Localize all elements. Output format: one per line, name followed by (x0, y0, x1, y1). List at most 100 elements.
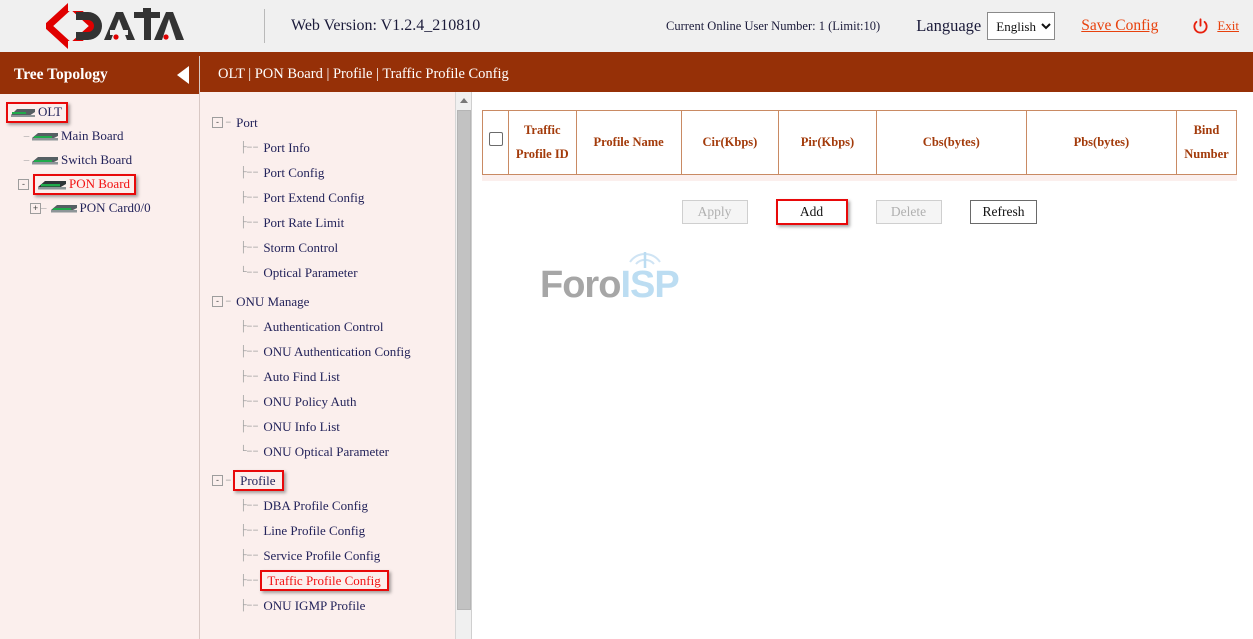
tree-connector: ├–– (240, 217, 258, 229)
tree-connector: – (225, 117, 231, 129)
content-area: OLT | PON Board | Profile | Traffic Prof… (200, 56, 1253, 639)
column-header-pbs-bytes[interactable]: Pbs(bytes) (1026, 111, 1176, 175)
tree-connector: – (225, 475, 231, 487)
tree-node-label: PON Board (69, 176, 130, 192)
tree-topology-title: Tree Topology (14, 66, 108, 84)
menu-label: Traffic Profile Config (264, 573, 380, 589)
menu-label: Authentication Control (260, 319, 383, 335)
header-right-group: Current Online User Number: 1 (Limit:10)… (666, 12, 1253, 40)
menu-tree-list: - – Port ├–– Port Info ├–– Port Config ├… (200, 92, 471, 618)
menu-group-onu-manage[interactable]: - – ONU Manage (212, 289, 471, 314)
menu-item-port-rate-limit[interactable]: ├–– Port Rate Limit (212, 210, 471, 235)
column-header-traffic-profile-id[interactable]: Traffic Profile ID (509, 111, 577, 175)
save-config-link[interactable]: Save Config (1081, 17, 1158, 35)
menu-item-onu-info-list[interactable]: ├–– ONU Info List (212, 414, 471, 439)
tree-connector: – (41, 202, 46, 214)
menu-item-onu-authentication-config[interactable]: ├–– ONU Authentication Config (212, 339, 471, 364)
tree-node-olt-highlight: OLT (6, 102, 68, 123)
tree-node-olt[interactable]: OLT (0, 100, 199, 124)
tree-topology-body: OLT – Main Board – (0, 94, 199, 220)
scroll-up-arrow-icon[interactable] (456, 92, 471, 108)
menu-item-onu-igmp-profile[interactable]: ├–– ONU IGMP Profile (212, 593, 471, 618)
menu-label: ONU Info List (260, 419, 340, 435)
menu-label: Port (233, 115, 258, 131)
column-header-cir-kbps[interactable]: Cir(Kbps) (681, 111, 779, 175)
menu-item-port-config[interactable]: ├–– Port Config (212, 160, 471, 185)
device-icon (9, 106, 37, 118)
add-button-highlight: Add (776, 199, 848, 225)
select-all-checkbox[interactable] (489, 132, 503, 146)
menu-item-optical-parameter[interactable]: └–– Optical Parameter (212, 260, 471, 285)
traffic-profile-table: Traffic Profile ID Profile Name Cir(Kbps… (482, 110, 1237, 175)
apply-button[interactable]: Apply (682, 200, 748, 224)
menu-expander-icon[interactable]: - (212, 475, 223, 486)
menu-item-storm-control[interactable]: ├–– Storm Control (212, 235, 471, 260)
device-icon (30, 130, 60, 142)
tree-connector: ├–– (240, 167, 258, 179)
tree-node-label: Main Board (61, 128, 123, 144)
tree-topology-header: Tree Topology (0, 56, 199, 94)
watermark-text-isp: ISP (620, 264, 678, 307)
menu-item-port-extend-config[interactable]: ├–– Port Extend Config (212, 185, 471, 210)
menu-expander-icon[interactable]: - (212, 296, 223, 307)
menu-item-traffic-profile-config[interactable]: ├–– Traffic Profile Config (212, 568, 471, 593)
menu-label: ONU IGMP Profile (260, 598, 365, 614)
tree-node-pon-card-0-0[interactable]: + – PON Card0/0 (0, 196, 199, 220)
menu-item-authentication-control[interactable]: ├–– Authentication Control (212, 314, 471, 339)
below-breadcrumb: - – Port ├–– Port Info ├–– Port Config ├… (200, 92, 1253, 639)
tree-connector: ├–– (240, 421, 258, 433)
tree-node-pon-board[interactable]: - PON Board (0, 172, 199, 196)
tree-expander-collapse-icon[interactable]: - (18, 179, 29, 190)
column-header-cbs-bytes[interactable]: Cbs(bytes) (876, 111, 1026, 175)
tree-connector: ├–– (240, 600, 258, 612)
device-icon (49, 202, 79, 214)
exit-group[interactable]: Exit (1192, 18, 1239, 35)
add-button[interactable]: Add (779, 202, 845, 222)
column-header-pir-kbps[interactable]: Pir(Kbps) (779, 111, 877, 175)
power-icon[interactable] (1192, 18, 1209, 35)
menu-item-onu-optical-parameter[interactable]: └–– ONU Optical Parameter (212, 439, 471, 464)
breadcrumb: OLT | PON Board | Profile | Traffic Prof… (200, 56, 1253, 92)
traffic-profile-table-panel: Traffic Profile ID Profile Name Cir(Kbps… (472, 92, 1253, 639)
delete-button[interactable]: Delete (876, 200, 942, 224)
menu-vertical-scrollbar[interactable] (455, 92, 471, 639)
menu-expander-icon[interactable]: - (212, 117, 223, 128)
tree-topology-panel: Tree Topology OLT – (0, 56, 200, 639)
menu-group-port[interactable]: - – Port (212, 110, 471, 135)
exit-link[interactable]: Exit (1217, 18, 1239, 34)
tree-connector: – (22, 130, 30, 142)
menu-label: Port Info (260, 140, 310, 156)
watermark-text-foro: Foro (540, 264, 620, 307)
tree-node-pon-board-highlight: PON Board (33, 174, 136, 195)
tree-node-switch-board[interactable]: – Switch Board (0, 148, 199, 172)
scrollbar-thumb[interactable] (457, 110, 471, 610)
tree-expander-expand-icon[interactable]: + (30, 203, 41, 214)
menu-tree-panel: - – Port ├–– Port Info ├–– Port Config ├… (200, 92, 472, 639)
menu-label: Port Rate Limit (260, 215, 344, 231)
menu-item-dba-profile-config[interactable]: ├–– DBA Profile Config (212, 493, 471, 518)
cdata-diamond-logo (46, 3, 184, 49)
column-header-bind-number[interactable]: Bind Number (1176, 111, 1236, 175)
collapse-left-arrow-icon[interactable] (177, 66, 189, 84)
language-select[interactable]: English (987, 12, 1055, 40)
menu-item-onu-policy-auth[interactable]: ├–– ONU Policy Auth (212, 389, 471, 414)
refresh-button[interactable]: Refresh (970, 200, 1038, 224)
tree-node-main-board[interactable]: – Main Board (0, 124, 199, 148)
menu-group-profile[interactable]: - – Profile (212, 468, 471, 493)
menu-item-auto-find-list[interactable]: ├–– Auto Find List (212, 364, 471, 389)
menu-item-line-profile-config[interactable]: ├–– Line Profile Config (212, 518, 471, 543)
column-header-profile-name[interactable]: Profile Name (576, 111, 681, 175)
menu-label: ONU Authentication Config (260, 344, 410, 360)
menu-label: Storm Control (260, 240, 338, 256)
tree-connector: – (22, 154, 30, 166)
menu-item-service-profile-config[interactable]: ├–– Service Profile Config (212, 543, 471, 568)
tree-connector: ├–– (240, 371, 258, 383)
app-header: Web Version: V1.2.4_210810 Current Onlin… (0, 0, 1253, 56)
tree-connector: ├–– (240, 550, 258, 562)
tree-connector: ├–– (240, 500, 258, 512)
tree-connector: ├–– (240, 142, 258, 154)
menu-label: ONU Manage (233, 294, 309, 310)
watermark-isp-label: ISP (620, 264, 678, 306)
menu-item-port-info[interactable]: ├–– Port Info (212, 135, 471, 160)
table-header-row: Traffic Profile ID Profile Name Cir(Kbps… (483, 111, 1237, 175)
